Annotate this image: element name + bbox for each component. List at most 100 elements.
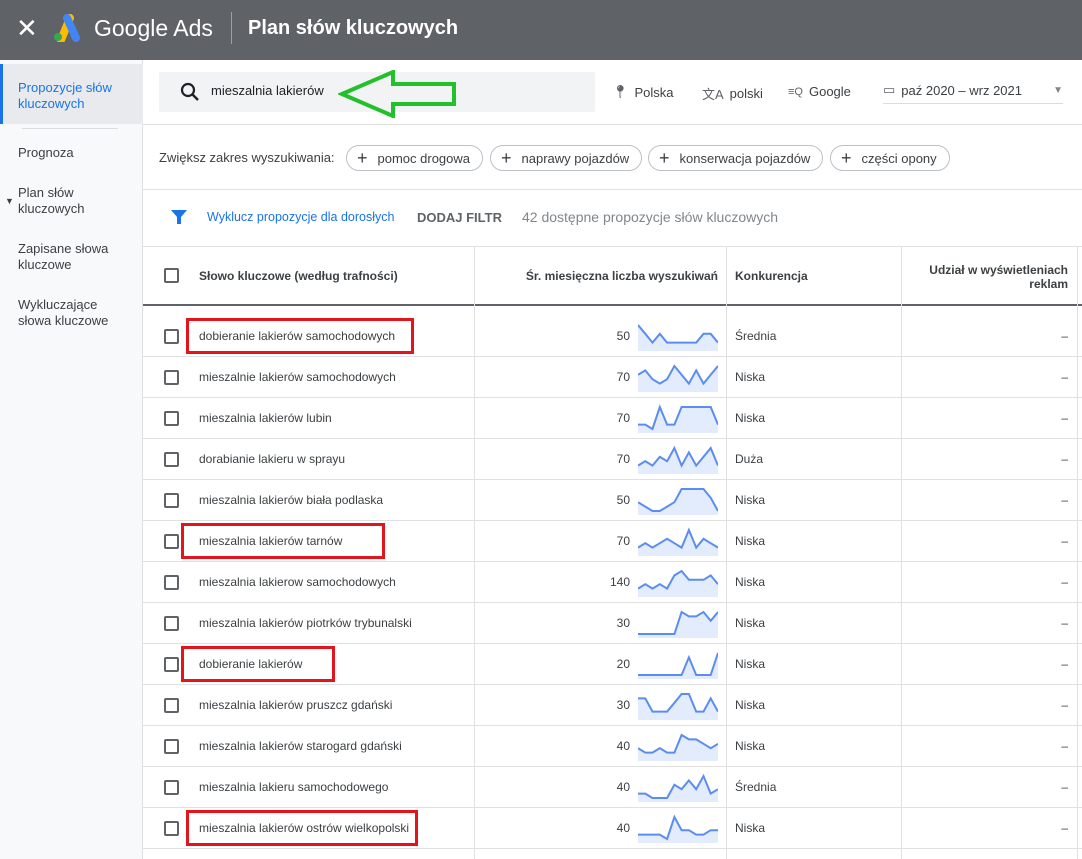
- dropdown-arrow-icon: ▼: [1053, 85, 1063, 96]
- header-divider: [143, 304, 1082, 306]
- column-header-keyword[interactable]: Słowo kluczowe (według trafności): [199, 246, 398, 305]
- column-header-competition[interactable]: Konkurencja: [735, 246, 808, 305]
- trend-sparkline: [638, 610, 718, 638]
- impression-share: –: [1061, 329, 1068, 343]
- highlight-box: [186, 810, 418, 846]
- plus-icon: +: [501, 147, 512, 168]
- search-volume: 70: [616, 370, 630, 384]
- keyword-text: mieszalnia lakierów pruszcz gdański: [199, 698, 393, 712]
- divider: [22, 128, 118, 129]
- divider: [231, 12, 232, 44]
- table-row[interactable]: mieszalnia lakierów ostrów wielkopolski …: [143, 808, 1082, 849]
- table-row[interactable]: dobieranie lakierów samochodowych 50 Śre…: [143, 316, 1082, 357]
- sidebar-item-keyword-ideas[interactable]: Propozycje słów kluczowych: [18, 80, 133, 112]
- select-all-checkbox[interactable]: [164, 268, 179, 283]
- competition-level: Niska: [735, 534, 766, 548]
- plus-icon: +: [841, 147, 852, 168]
- impression-share: –: [1061, 616, 1068, 630]
- row-checkbox[interactable]: [164, 780, 179, 795]
- row-checkbox[interactable]: [164, 821, 179, 836]
- sidebar-item-forecast[interactable]: Prognoza: [18, 145, 133, 161]
- table-row[interactable]: mieszalnia lakierów tarnów 70 Niska –: [143, 521, 1082, 562]
- table-row[interactable]: mieszalnia lakierów piotrków trybunalski…: [143, 603, 1082, 644]
- column-header-volume[interactable]: Śr. miesięczna liczba wyszukiwań: [476, 246, 718, 305]
- caret-down-icon[interactable]: ▼: [5, 196, 14, 206]
- search-volume: 40: [616, 780, 630, 794]
- broaden-chip[interactable]: + konserwacja pojazdów: [648, 145, 824, 171]
- search-volume: 30: [616, 616, 630, 630]
- table-row[interactable]: mieszalnia lakierów pruszcz gdański 30 N…: [143, 685, 1082, 726]
- sidebar-item-negative-keywords[interactable]: Wykluczające słowa kluczowe: [18, 297, 118, 329]
- table-row[interactable]: mieszalnia lakieru samochodowego 40 Śred…: [143, 767, 1082, 808]
- table-row[interactable]: dorabianie lakieru w sprayu 70 Duża –: [143, 439, 1082, 480]
- table-row[interactable]: dobieranie lakierów 20 Niska –: [143, 644, 1082, 685]
- highlight-box: [181, 646, 335, 682]
- column-divider: [474, 246, 475, 859]
- trend-sparkline: [638, 527, 718, 556]
- trend-sparkline: [638, 652, 718, 679]
- network-selector[interactable]: ≡Q Google: [788, 84, 851, 99]
- search-volume: 40: [616, 821, 630, 835]
- keyword-text: mieszalnia lakierów biała podlaska: [199, 493, 384, 507]
- competition-level: Średnia: [735, 329, 777, 343]
- highlight-box: [186, 318, 414, 354]
- search-volume: 50: [616, 329, 630, 343]
- keyword-text: mieszalnia lakierow samochodowych: [199, 575, 396, 589]
- column-divider: [1077, 246, 1078, 859]
- row-checkbox[interactable]: [164, 698, 179, 713]
- competition-level: Niska: [735, 821, 766, 835]
- keyword-text: mieszalnia lakierów lubin: [199, 411, 332, 425]
- competition-level: Niska: [735, 616, 766, 630]
- row-checkbox[interactable]: [164, 616, 179, 631]
- competition-level: Duża: [735, 452, 764, 466]
- close-icon[interactable]: ✕: [16, 14, 38, 42]
- row-checkbox[interactable]: [164, 575, 179, 590]
- impression-share: –: [1061, 780, 1068, 794]
- broaden-chip[interactable]: + części opony: [830, 145, 950, 171]
- competition-level: Niska: [735, 657, 766, 671]
- row-checkbox[interactable]: [164, 739, 179, 754]
- language-selector[interactable]: 文A polski: [702, 84, 763, 103]
- filter-icon[interactable]: [170, 208, 188, 226]
- table-row[interactable]: mieszalnia lakierów starogard gdański 40…: [143, 726, 1082, 767]
- search-network-icon: ≡Q: [788, 85, 803, 98]
- row-checkbox[interactable]: [164, 534, 179, 549]
- row-checkbox[interactable]: [164, 329, 179, 344]
- google-ads-logo: [54, 14, 80, 42]
- row-checkbox[interactable]: [164, 657, 179, 672]
- competition-level: Niska: [735, 370, 766, 384]
- column-header-impression-share[interactable]: Udział w wyświetleniach reklam: [910, 246, 1068, 305]
- sidebar-item-keyword-plan[interactable]: Plan słów kluczowych: [18, 185, 108, 217]
- row-checkbox[interactable]: [164, 411, 179, 426]
- trend-sparkline: [638, 324, 718, 351]
- impression-share: –: [1061, 698, 1068, 712]
- trend-sparkline: [638, 733, 718, 761]
- exclude-adult-filter[interactable]: Wyklucz propozycje dla dorosłych: [207, 210, 394, 224]
- impression-share: –: [1061, 657, 1068, 671]
- add-filter-button[interactable]: DODAJ FILTR: [417, 210, 502, 225]
- location-selector[interactable]: 📍︎ Polska: [612, 84, 674, 100]
- row-checkbox[interactable]: [164, 370, 179, 385]
- row-checkbox[interactable]: [164, 493, 179, 508]
- sidebar: Propozycje słów kluczowych Prognoza ▼ Pl…: [0, 60, 143, 859]
- trend-sparkline: [638, 814, 718, 843]
- row-checkbox[interactable]: [164, 452, 179, 467]
- search-volume: 30: [616, 698, 630, 712]
- keyword-text: mieszalnia lakierów starogard gdański: [199, 739, 402, 753]
- competition-level: Niska: [735, 739, 766, 753]
- table-row[interactable]: mieszalnia lakierów biała podlaska 50 Ni…: [143, 480, 1082, 521]
- table-row[interactable]: mieszalnie lakierów samochodowych 70 Nis…: [143, 357, 1082, 398]
- keyword-text: dorabianie lakieru w sprayu: [199, 452, 346, 466]
- trend-sparkline: [638, 693, 718, 720]
- table-row[interactable]: mieszalnia lakierów lubin 70 Niska –: [143, 398, 1082, 439]
- annotation-arrow-icon: [338, 70, 456, 118]
- search-volume: 70: [616, 411, 630, 425]
- competition-level: Niska: [735, 411, 766, 425]
- sidebar-item-saved-keywords[interactable]: Zapisane słowa kluczowe: [18, 241, 118, 273]
- table-row[interactable]: mieszalnia lakierow samochodowych 140 Ni…: [143, 562, 1082, 603]
- broaden-chip[interactable]: + pomoc drogowa: [346, 145, 484, 171]
- broaden-chip[interactable]: + naprawy pojazdów: [490, 145, 643, 171]
- plus-icon: +: [357, 147, 368, 168]
- divider: [143, 124, 1082, 125]
- date-range-selector[interactable]: ▭ paź 2020 – wrz 2021 ▼: [883, 82, 1063, 104]
